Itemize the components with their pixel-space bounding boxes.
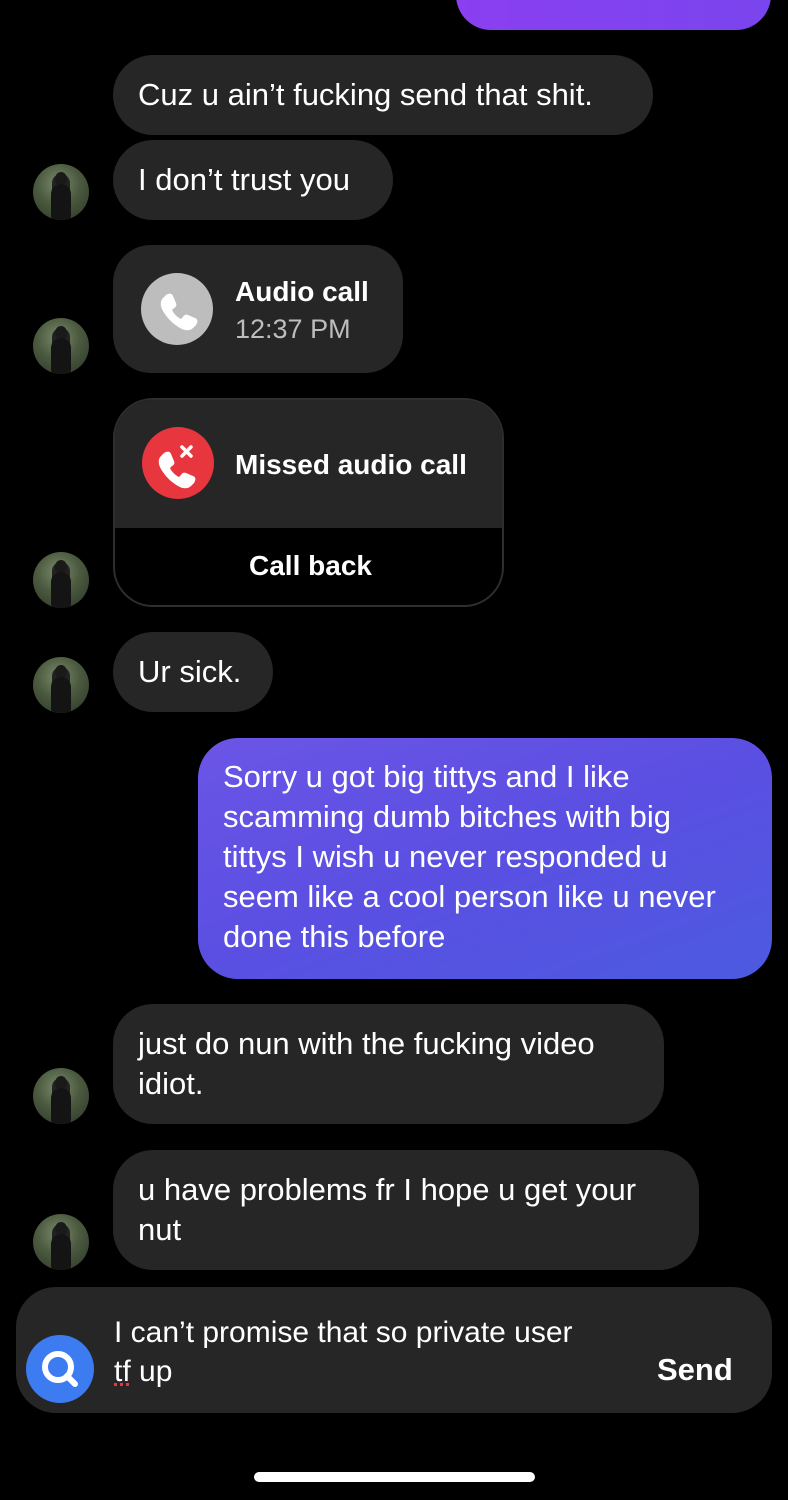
message-line: nut [138,1212,182,1247]
home-indicator[interactable] [254,1472,535,1482]
message-line: idiot. [138,1066,204,1101]
avatar[interactable] [33,164,89,220]
message-line: u have problems fr I hope u get your [138,1172,637,1207]
input-line: tf up [114,1352,172,1392]
avatar[interactable] [33,1214,89,1270]
message-text: Cuz u ain’t fucking send that shit. [138,77,593,112]
message-line: Sorry u got big tittys and I like [223,759,630,794]
message-line: seem like a cool person like u never [223,879,716,914]
sent-message[interactable]: Sorry u got big tittys and I like scammi… [198,738,772,979]
message-line: just do nun with the fucking video [138,1026,595,1061]
received-message[interactable]: u have problems fr I hope u get your nut [113,1150,699,1270]
received-message[interactable]: I don’t trust you [113,140,393,220]
misspelled-word[interactable]: tf [114,1355,131,1388]
input-text: up [130,1355,173,1388]
input-line: I can’t promise that so private user [114,1316,573,1349]
message-line: tittys I wish u never responded u [223,839,668,874]
partial-sent-bubble [456,0,771,30]
received-message[interactable]: Cuz u ain’t fucking send that shit. [113,55,653,135]
send-button[interactable]: Send [657,1350,733,1390]
message-composer: I can’t promise that so private user tf … [16,1287,772,1413]
call-back-button[interactable]: Call back [115,528,502,605]
call-back-label: Call back [249,549,372,581]
search-icon [42,1351,78,1387]
missed-call-title: Missed audio call [235,449,467,480]
avatar[interactable] [33,1068,89,1124]
call-title: Audio call [235,276,369,307]
missed-call-icon [142,427,214,499]
message-input[interactable]: I can’t promise that so private user tf … [114,1309,634,1399]
received-message[interactable]: just do nun with the fucking video idiot… [113,1004,664,1124]
avatar[interactable] [33,318,89,374]
message-text: I don’t trust you [138,162,350,197]
message-text: Ur sick. [138,654,242,689]
call-time: 12:37 PM [235,314,351,344]
avatar[interactable] [33,657,89,713]
received-message[interactable]: Ur sick. [113,632,273,712]
audio-call-bubble[interactable]: Audio call 12:37 PM [113,245,403,373]
message-line: done this before [223,919,446,954]
phone-icon [141,273,213,345]
search-button[interactable] [26,1335,94,1403]
missed-call-card: Missed audio call Call back [113,398,504,607]
message-line: scamming dumb bitches with big [223,799,671,834]
avatar[interactable] [33,552,89,608]
